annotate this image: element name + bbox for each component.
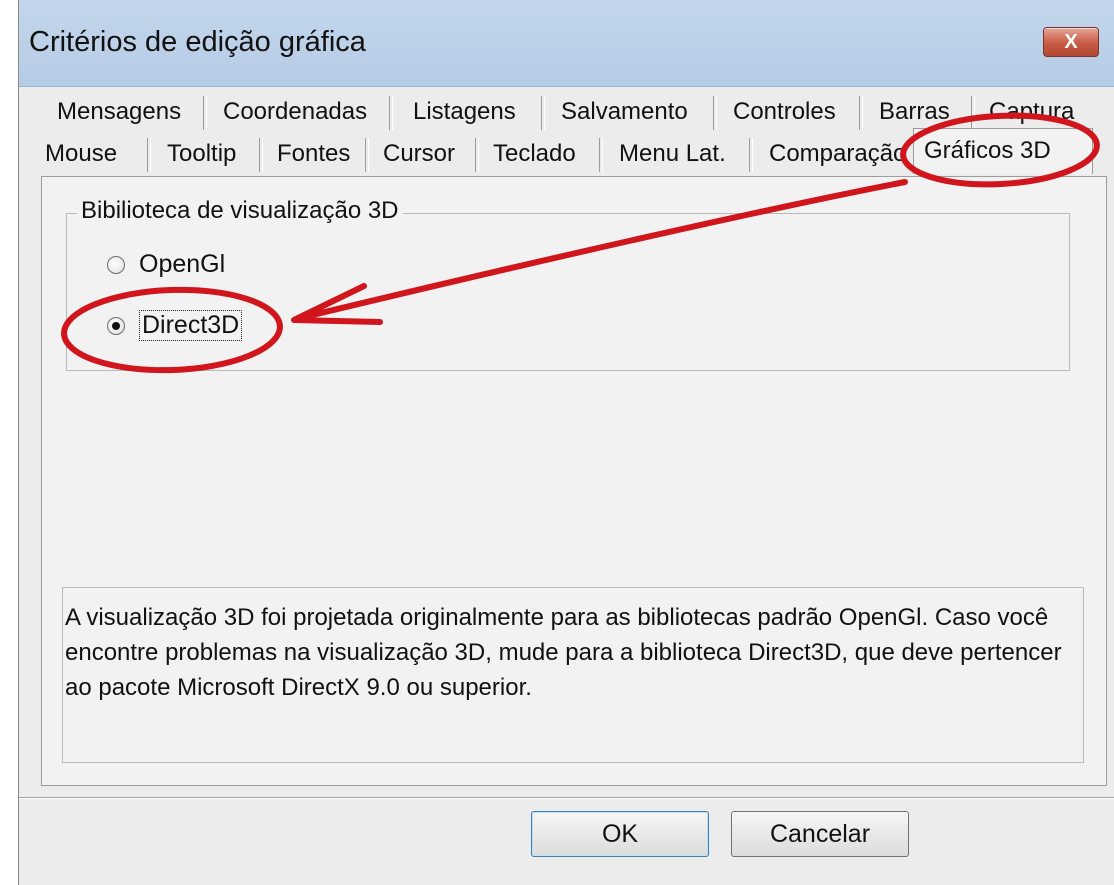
tab-mensagens[interactable]: Mensagens	[57, 92, 181, 132]
group-label: Bibilioteca de visualização 3D	[77, 197, 403, 225]
info-box: A visualização 3D foi projetada original…	[62, 587, 1084, 763]
tab-barras[interactable]: Barras	[879, 92, 950, 132]
dialog-window: Critérios de edição gráfica X Mensagens …	[18, 0, 1114, 885]
tab-listagens[interactable]: Listagens	[413, 92, 516, 132]
tab-cursor[interactable]: Cursor	[383, 134, 455, 174]
cancel-button[interactable]: Cancelar	[731, 811, 909, 857]
tab-separator	[365, 138, 369, 172]
radio-direct3d-circle[interactable]	[107, 316, 125, 335]
tab-coordenadas[interactable]: Coordenadas	[223, 92, 367, 132]
footer-divider	[19, 797, 1114, 799]
tab-mouse[interactable]: Mouse	[45, 134, 117, 174]
radio-opengl[interactable]: OpenGl	[107, 250, 225, 279]
tab-panel-graficos-3d: Bibilioteca de visualização 3D OpenGl Di…	[41, 176, 1107, 786]
radio-opengl-circle[interactable]	[107, 255, 125, 274]
close-button[interactable]: X	[1043, 27, 1099, 57]
title-bar: Critérios de edição gráfica X	[19, 0, 1114, 87]
tab-separator	[971, 96, 975, 130]
tab-separator	[259, 138, 263, 172]
tab-separator	[599, 138, 603, 172]
ok-button[interactable]: OK	[531, 811, 709, 857]
tab-controles[interactable]: Controles	[733, 92, 836, 132]
tab-separator	[541, 96, 545, 130]
tab-separator	[859, 96, 863, 130]
tab-separator	[389, 96, 393, 130]
radio-direct3d-label[interactable]: Direct3D	[139, 310, 243, 341]
tab-menu-lat[interactable]: Menu Lat.	[619, 134, 726, 174]
tab-separator	[749, 138, 753, 172]
tab-separator	[147, 138, 151, 172]
close-icon: X	[1064, 30, 1078, 53]
radio-direct3d[interactable]: Direct3D	[107, 310, 243, 341]
tab-separator	[713, 96, 717, 130]
dialog-title: Critérios de edição gráfica	[29, 26, 366, 58]
tab-separator	[475, 138, 479, 172]
tab-teclado[interactable]: Teclado	[493, 134, 576, 174]
tab-salvamento[interactable]: Salvamento	[561, 92, 688, 132]
tab-fontes[interactable]: Fontes	[277, 134, 350, 174]
tab-comparacao[interactable]: Comparação	[769, 134, 919, 174]
visualization-library-group: Bibilioteca de visualização 3D OpenGl Di…	[66, 197, 1070, 371]
tab-graficos-3d[interactable]: Gráficos 3D	[913, 128, 1093, 174]
info-text: A visualização 3D foi projetada original…	[65, 604, 1062, 701]
tab-tooltip[interactable]: Tooltip	[167, 134, 236, 174]
tab-captura[interactable]: Captura	[989, 92, 1074, 132]
tab-separator	[203, 96, 207, 130]
radio-opengl-label[interactable]: OpenGl	[139, 250, 225, 279]
